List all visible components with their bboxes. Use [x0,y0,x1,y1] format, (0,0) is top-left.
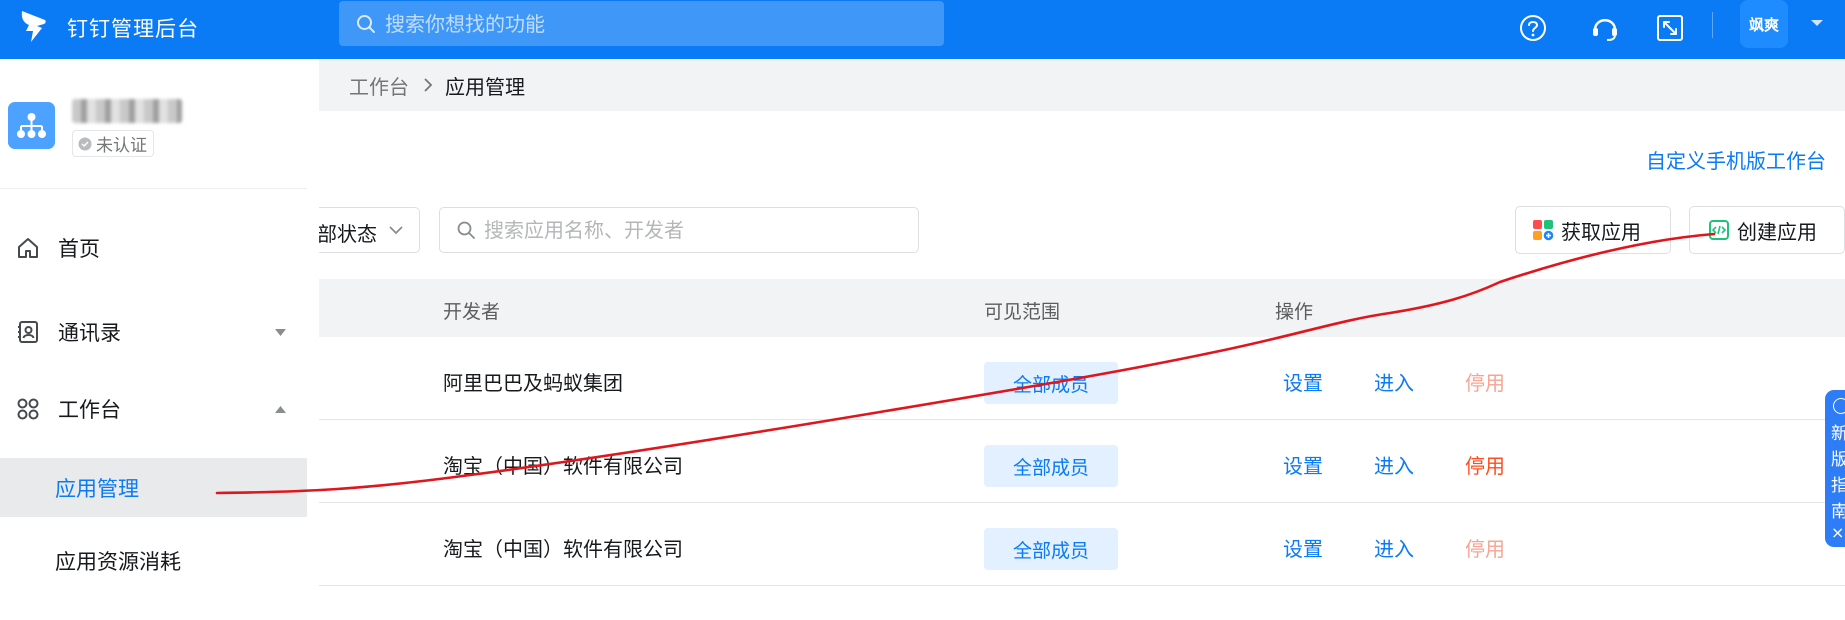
enter-action[interactable]: 进入 [1374,450,1414,479]
settings-action[interactable]: 设置 [1283,533,1323,562]
sidebar-item-label: 应用资源消耗 [55,549,181,574]
disable-action: 停用 [1465,537,1505,561]
headset-icon[interactable] [1590,13,1620,43]
table-header: 开发者 可见范围 操作 [319,279,1845,337]
fullscreen-icon[interactable] [1655,13,1685,43]
column-header-actions: 操作 [1275,301,1314,323]
enter-action[interactable]: 进入 [1374,367,1414,396]
user-avatar[interactable]: 飒爽 [1740,0,1788,48]
verification-badge[interactable]: 未认证 [72,130,154,157]
scope-tag[interactable]: 全部成员 [984,445,1118,487]
org-name-blurred [72,99,182,123]
scope-tag[interactable]: 全部成员 [984,362,1118,404]
sidebar-item-label: 应用管理 [55,476,139,501]
breadcrumb-parent[interactable]: 工作台 [349,71,409,100]
main-content: 工作台 应用管理 自定义手机版工作台 全部状态 获取应用 [319,59,1845,620]
disable-action: 停用 [1465,371,1505,395]
custom-mobile-workbench-link[interactable]: 自定义手机版工作台 [1646,145,1826,174]
caret-up-icon[interactable] [274,405,287,414]
sidebar-subitem-app-resource-usage[interactable]: 应用资源消耗 [0,531,307,590]
home-icon [18,238,38,258]
developer-cell: 淘宝（中国）软件有限公司 [443,454,683,478]
info-icon [1833,398,1845,414]
contacts-icon [18,321,38,343]
status-filter-select[interactable]: 全部状态 [319,207,420,253]
sidebar-item-home[interactable]: 首页 [0,218,307,278]
shield-icon [78,137,92,150]
verification-text: 未认证 [96,136,147,156]
search-icon [357,15,375,33]
column-header-developer: 开发者 [443,301,501,323]
sidebar-item-label: 通讯录 [58,321,121,345]
developer-cell: 淘宝（中国）软件有限公司 [443,537,683,561]
create-app-button[interactable]: 创建应用 [1689,206,1845,254]
sidebar-item-contacts[interactable]: 通讯录 [0,302,307,362]
developer-cell: 阿里巴巴及蚂蚁集团 [443,371,623,395]
table-row: 阿里巴巴及蚂蚁集团 全部成员 设置 进入 停用 [319,338,1845,420]
caret-down-icon[interactable] [274,328,287,337]
get-app-button[interactable]: 获取应用 [1515,206,1671,254]
app-search-input[interactable] [484,208,904,252]
sidebar-divider [0,188,307,189]
create-app-label: 创建应用 [1737,219,1817,244]
settings-action[interactable]: 设置 [1283,367,1323,396]
sidebar-subitem-app-management[interactable]: 应用管理 [0,458,307,517]
global-search-input[interactable] [385,1,925,46]
app-title: 钉钉管理后台 [67,17,199,41]
top-divider [1712,12,1713,38]
chevron-right-icon [424,78,433,92]
code-icon [1709,220,1729,240]
disable-action[interactable]: 停用 [1465,450,1505,479]
sidebar-item-label: 工作台 [58,398,121,422]
org-avatar-icon[interactable] [8,102,55,149]
chevron-down-icon [389,226,403,235]
app-search-box[interactable] [439,207,919,253]
status-filter-value: 全部状态 [319,222,377,246]
workbench-grid-icon [17,398,39,420]
table-row: 淘宝（中国）软件有限公司 全部成员 设置 进入 停用 [319,421,1845,503]
breadcrumb-current: 应用管理 [445,74,525,99]
close-icon[interactable]: × [1831,523,1844,542]
sidebar: 未认证 首页 通讯录 工作台 应用管理 应用资源消耗 [0,59,307,620]
top-bar: 钉钉管理后台 飒爽 [0,0,1845,59]
settings-action[interactable]: 设置 [1283,450,1323,479]
get-app-label: 获取应用 [1561,219,1641,244]
sidebar-item-label: 首页 [58,237,100,261]
app-store-icon [1533,220,1554,241]
enter-action[interactable]: 进入 [1374,533,1414,562]
global-search-box[interactable] [339,1,944,46]
table-row: 淘宝（中国）软件有限公司 全部成员 设置 进入 停用 [319,504,1845,586]
caret-down-icon[interactable] [1810,18,1824,28]
help-icon[interactable] [1518,13,1548,43]
breadcrumb: 工作台 应用管理 [319,59,1845,111]
column-header-scope: 可见范围 [984,301,1061,323]
sidebar-item-workbench[interactable]: 工作台 [0,379,307,439]
guide-text: 新版指南 [1831,424,1845,522]
scope-tag[interactable]: 全部成员 [984,528,1118,570]
new-version-guide-tab[interactable]: 新版指南 × [1825,390,1845,547]
search-icon [457,221,475,239]
dingtalk-logo-icon[interactable] [18,9,48,43]
